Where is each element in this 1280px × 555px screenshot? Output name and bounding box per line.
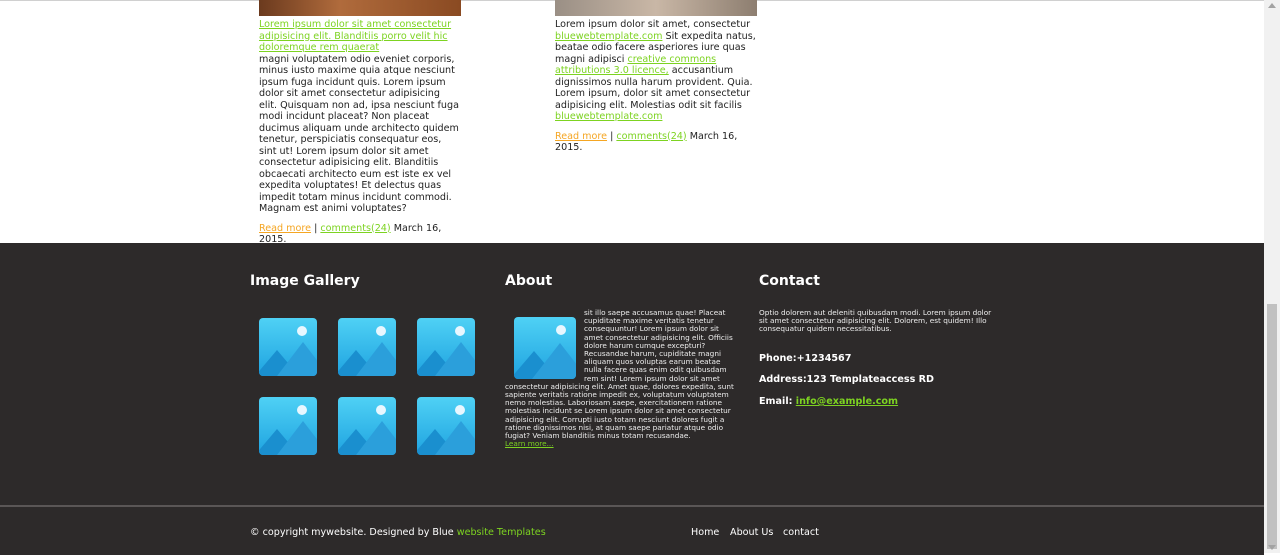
gallery-image-icon[interactable] [259,397,317,455]
contact-heading: Contact [759,273,820,289]
post-meta: Read more | comments(24) March 16, 2015. [555,131,757,154]
gallery-image-icon[interactable] [338,318,396,376]
gallery-image-icon[interactable] [417,397,475,455]
read-more-link[interactable]: Read more [555,131,607,142]
copyright: © copyright mywebsite. Designed by Blue … [250,527,546,538]
nav-about-us[interactable]: About Us [730,527,773,538]
contact-description: Optio dolorem aut deleniti quibusdam mod… [759,308,992,334]
contact-email-row: Email: info@example.com [759,396,898,407]
gallery-heading: Image Gallery [250,273,360,289]
scroll-down-icon[interactable] [1268,545,1276,550]
copyright-text: © copyright mywebsite. Designed by Blue [250,527,454,538]
contact-phone: Phone:+1234567 [759,353,852,364]
meta-separator: | [314,222,318,234]
comments-link[interactable]: comments(24) [320,223,390,234]
learn-more-link[interactable]: Learn more... [505,439,554,448]
comments-link[interactable]: comments(24) [616,131,686,142]
scroll-up-icon[interactable] [1268,3,1276,8]
bottom-bar: © copyright mywebsite. Designed by Blue … [0,505,1264,555]
read-more-link[interactable]: Read more [259,223,311,234]
post-image[interactable] [259,0,461,16]
post-body: Lorem ipsum dolor sit amet, consectetur … [555,19,757,123]
email-link[interactable]: info@example.com [796,396,898,407]
blog-post-1: Lorem ipsum dolor sit amet consectetur a… [259,0,461,246]
website-link[interactable]: bluewebtemplate.com [555,31,662,42]
nav-contact[interactable]: contact [783,527,819,538]
blog-post-2: Lorem ipsum dolor sit amet, consectetur … [555,0,757,154]
website-link[interactable]: bluewebtemplate.com [555,111,662,122]
nav-home[interactable]: Home [691,527,719,538]
page-scrollbar[interactable] [1264,0,1280,553]
scroll-thumb[interactable] [1267,304,1277,549]
brand-link[interactable]: website Templates [457,527,546,538]
gallery-image-icon[interactable] [417,318,475,376]
post-image[interactable] [555,0,757,16]
about-image-icon [514,317,576,379]
about-heading: About [505,273,553,289]
post-title-link[interactable]: Lorem ipsum dolor sit amet consectetur a… [259,19,461,54]
about-section: sit illo saepe accusamus quae! Placeat c… [505,308,739,448]
post-body: magni voluptatem odio eveniet corporis, … [259,53,459,215]
gallery-image-icon[interactable] [259,318,317,376]
post-text: Lorem ipsum dolor sit amet, consectetur [555,19,751,30]
email-label: Email: [759,396,793,407]
contact-address: Address:123 Templateaccess RD [759,374,934,385]
meta-separator: | [610,130,614,142]
gallery-image-icon[interactable] [338,397,396,455]
